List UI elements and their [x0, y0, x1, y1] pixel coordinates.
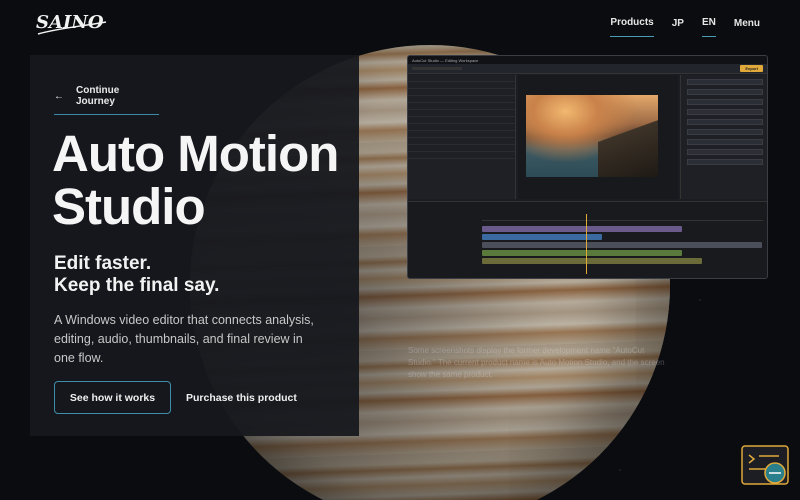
screenshot-timeline [408, 201, 767, 278]
product-description: A Windows video editor that connects ana… [54, 313, 314, 365]
saino-logo[interactable]: SAINO [34, 8, 108, 40]
nav-products[interactable]: Products [610, 14, 654, 37]
top-nav: Products JP EN Menu [610, 14, 760, 37]
screenshot-inspector [680, 75, 767, 199]
screenshot-caption: Some screenshots display the former deve… [408, 346, 665, 379]
continue-journey-link[interactable]: ← Continue Journey [54, 85, 159, 115]
continue-journey-label: Continue Journey [76, 85, 120, 107]
nav-lang-en[interactable]: EN [701, 14, 716, 37]
app-screenshot: AutoCut Studio — Editing Workspace Expor… [407, 55, 768, 279]
nav-lang-jp[interactable]: JP [672, 15, 684, 37]
hero-panel: ← Continue Journey Auto Motion Studio Ed… [30, 55, 359, 436]
screenshot-media-panel [408, 75, 516, 199]
coastline-preview-image [526, 95, 658, 177]
tagline: Edit faster. Keep the final say. [54, 253, 344, 297]
arrow-left-icon: ← [54, 90, 64, 102]
screenshot-titlebar: AutoCut Studio — Editing Workspace [412, 57, 479, 63]
screenshot-viewer [518, 75, 678, 199]
menu-button[interactable]: Menu [734, 15, 760, 37]
see-how-it-works-button[interactable]: See how it works [54, 381, 171, 414]
tagline-line-1: Edit faster. [54, 253, 152, 274]
menu-label: Menu [733, 17, 760, 29]
purchase-product-link[interactable]: Purchase this product [186, 381, 297, 414]
screenshot-export-button: Export [740, 65, 763, 72]
chat-help-icon[interactable] [741, 445, 791, 490]
svg-text:SAINO: SAINO [36, 12, 104, 33]
page-title: Auto Motion Studio [52, 125, 339, 235]
tagline-line-2: Keep the final say. [54, 275, 220, 296]
